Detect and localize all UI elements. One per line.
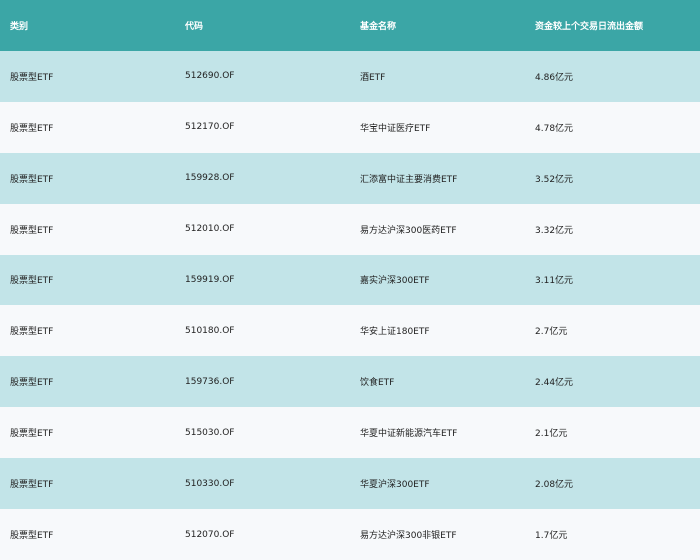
cell-fund-name: 嘉实沪深300ETF (360, 276, 430, 287)
cell-fund-name: 易方达沪深300医药ETF (360, 225, 457, 236)
header-category: 类别 (10, 21, 29, 32)
cell-outflow-amount: 2.1亿元 (535, 429, 568, 440)
cell-outflow-amount: 4.78亿元 (535, 123, 574, 134)
cell-fund-name: 汇添富中证主要消费ETF (360, 174, 458, 185)
cell-outflow-amount: 3.32亿元 (535, 225, 574, 236)
cell-category: 股票型ETF (10, 174, 54, 185)
cell-outflow-amount: 1.7亿元 (535, 531, 568, 542)
cell-outflow-amount: 2.08亿元 (535, 480, 574, 491)
cell-outflow-amount: 3.52亿元 (535, 174, 574, 185)
cell-category: 股票型ETF (10, 276, 54, 287)
cell-category: 股票型ETF (10, 123, 54, 134)
table-row: 股票型ETF 512170.OF 华宝中证医疗ETF 4.78亿元 (0, 101, 700, 153)
fund-outflow-table: 类别 代码 基金名称 资金较上个交易日流出金额 股票型ETF 512690.OF… (0, 0, 700, 560)
table-row: 股票型ETF 515030.OF 华夏中证新能源汽车ETF 2.1亿元 (0, 407, 700, 459)
table-row: 股票型ETF 159736.OF 饮食ETF 2.44亿元 (0, 356, 700, 408)
cell-category: 股票型ETF (10, 429, 54, 440)
cell-code: 510330.OF (185, 478, 235, 489)
table-row: 股票型ETF 159919.OF 嘉实沪深300ETF 3.11亿元 (0, 254, 700, 306)
cell-outflow-amount: 2.7亿元 (535, 327, 568, 338)
cell-code: 512690.OF (185, 71, 235, 82)
cell-fund-name: 华安上证180ETF (360, 327, 430, 338)
cell-fund-name: 华宝中证医疗ETF (360, 123, 431, 134)
cell-category: 股票型ETF (10, 327, 54, 338)
table-row: 股票型ETF 159928.OF 汇添富中证主要消费ETF 3.52亿元 (0, 152, 700, 204)
table-row: 股票型ETF 510180.OF 华安上证180ETF 2.7亿元 (0, 305, 700, 357)
cell-category: 股票型ETF (10, 225, 54, 236)
cell-category: 股票型ETF (10, 531, 54, 542)
cell-code: 512170.OF (185, 122, 235, 133)
header-code: 代码 (185, 21, 204, 32)
table-row: 股票型ETF 512010.OF 易方达沪深300医药ETF 3.32亿元 (0, 203, 700, 255)
cell-fund-name: 华夏沪深300ETF (360, 480, 430, 491)
header-outflow-amount: 资金较上个交易日流出金额 (535, 21, 644, 32)
cell-code: 159919.OF (185, 274, 235, 285)
cell-code: 512010.OF (185, 224, 235, 235)
cell-code: 512070.OF (185, 529, 235, 540)
cell-fund-name: 易方达沪深300非银ETF (360, 531, 457, 542)
cell-outflow-amount: 2.44亿元 (535, 378, 574, 389)
cell-outflow-amount: 4.86亿元 (535, 72, 574, 83)
table-row: 股票型ETF 510330.OF 华夏沪深300ETF 2.08亿元 (0, 458, 700, 510)
cell-fund-name: 酒ETF (360, 72, 386, 83)
header-fund-name: 基金名称 (360, 21, 397, 32)
cell-code: 515030.OF (185, 427, 235, 438)
cell-fund-name: 华夏中证新能源汽车ETF (360, 429, 458, 440)
table-row: 股票型ETF 512070.OF 易方达沪深300非银ETF 1.7亿元 (0, 509, 700, 560)
cell-outflow-amount: 3.11亿元 (535, 276, 574, 287)
cell-fund-name: 饮食ETF (360, 378, 395, 389)
cell-code: 159928.OF (185, 173, 235, 184)
cell-category: 股票型ETF (10, 378, 54, 389)
cell-code: 510180.OF (185, 325, 235, 336)
table-header: 类别 代码 基金名称 资金较上个交易日流出金额 (0, 0, 700, 51)
table-row: 股票型ETF 512690.OF 酒ETF 4.86亿元 (0, 50, 700, 102)
cell-category: 股票型ETF (10, 72, 54, 83)
cell-category: 股票型ETF (10, 480, 54, 491)
cell-code: 159736.OF (185, 376, 235, 387)
